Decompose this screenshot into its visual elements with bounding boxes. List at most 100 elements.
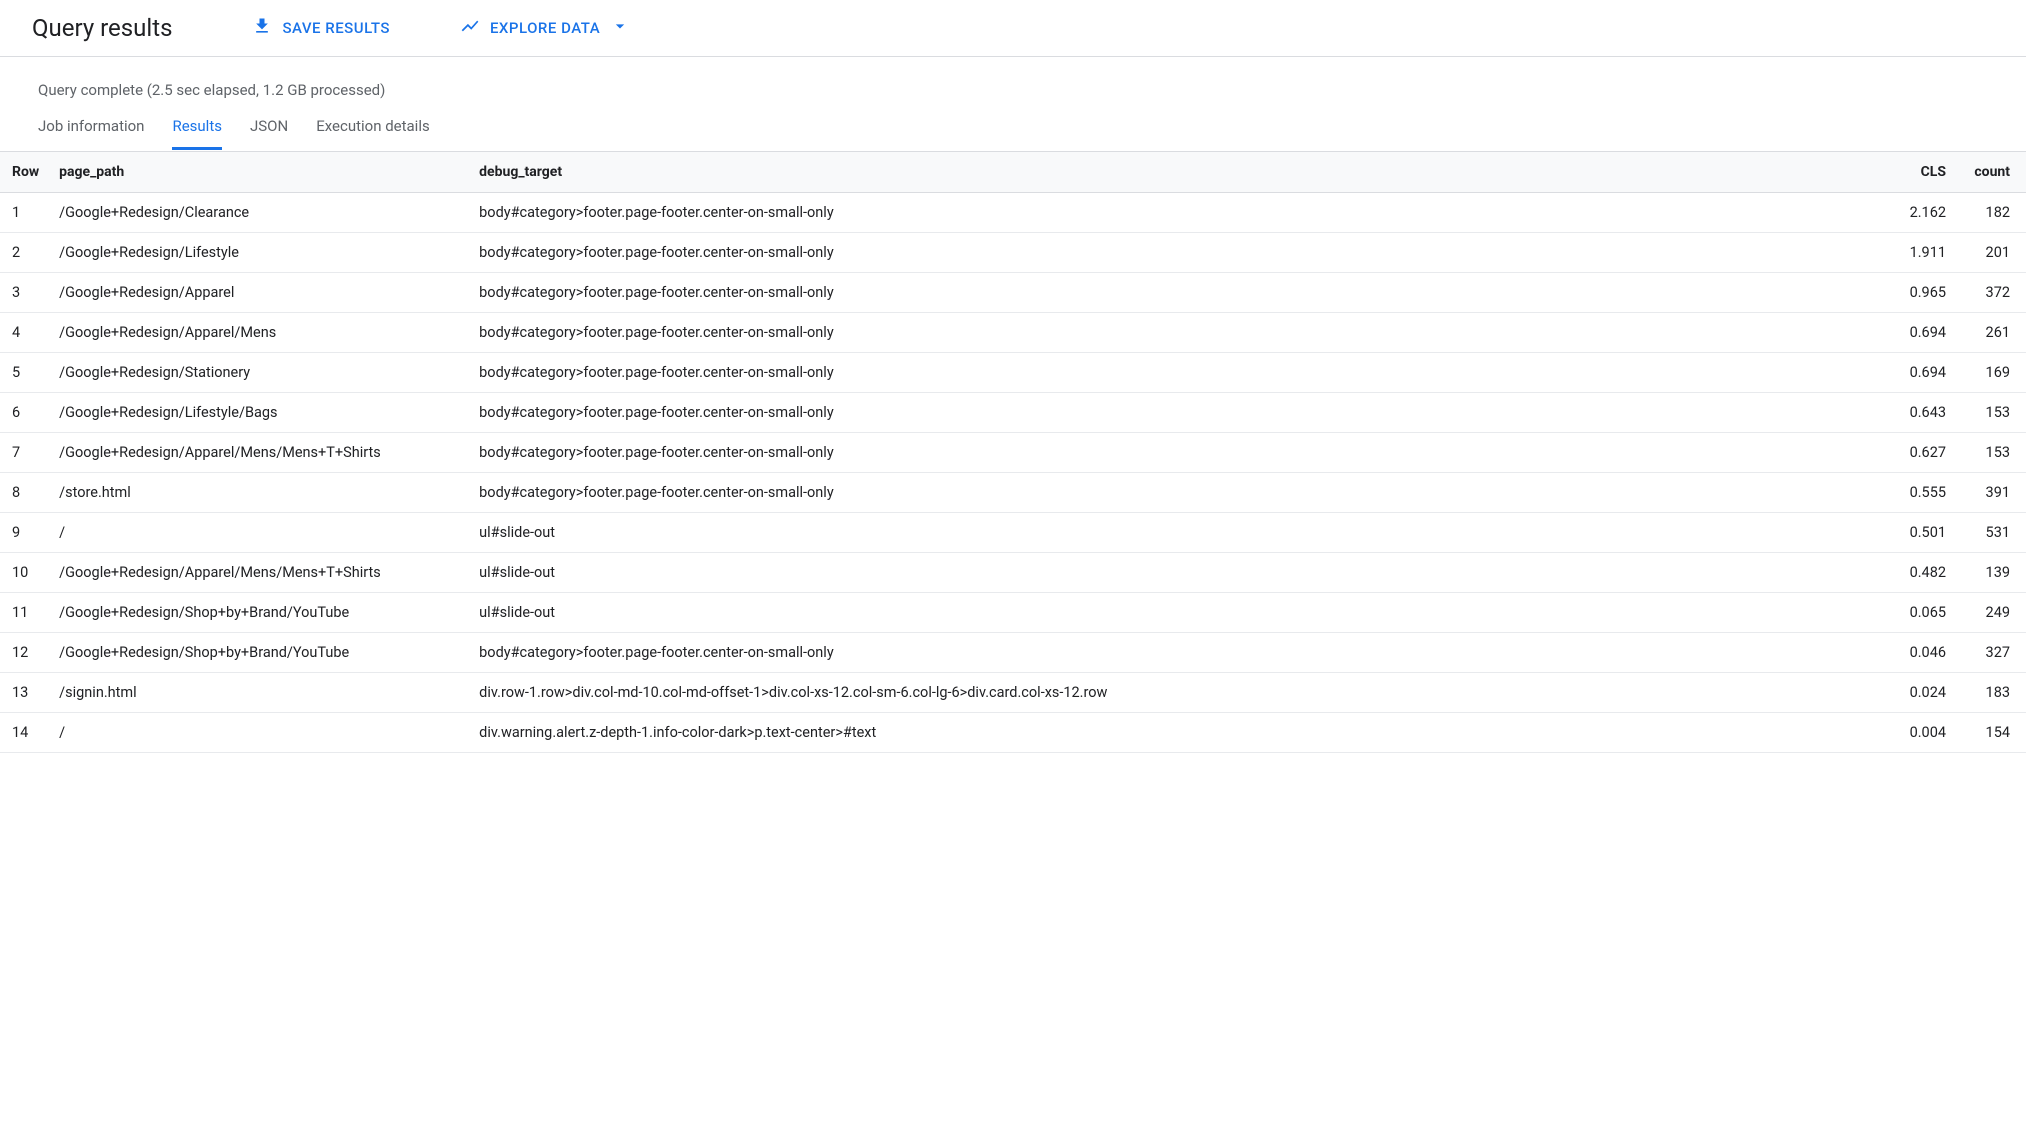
query-status-text: Query complete (2.5 sec elapsed, 1.2 GB … [38, 81, 1988, 99]
results-table: Row page_path debug_target CLS count 1/G… [0, 151, 2026, 753]
cell-count: 182 [1956, 193, 2026, 233]
cell-page-path: /Google+Redesign/Lifestyle/Bags [49, 393, 469, 433]
download-icon [252, 16, 272, 40]
cell-cls: 0.065 [1886, 593, 1956, 633]
table-row[interactable]: 9/ul#slide-out0.501531 [0, 513, 2026, 553]
table-row[interactable]: 8/store.htmlbody#category>footer.page-fo… [0, 473, 2026, 513]
cell-row: 13 [0, 673, 49, 713]
cell-cls: 1.911 [1886, 233, 1956, 273]
cell-cls: 0.965 [1886, 273, 1956, 313]
cell-count: 372 [1956, 273, 2026, 313]
table-row[interactable]: 4/Google+Redesign/Apparel/Mensbody#categ… [0, 313, 2026, 353]
cell-count: 139 [1956, 553, 2026, 593]
chart-icon [460, 16, 480, 40]
cell-debug-target: div.warning.alert.z-depth-1.info-color-d… [469, 713, 1886, 753]
column-header-count[interactable]: count [1956, 152, 2026, 193]
cell-row: 12 [0, 633, 49, 673]
cell-page-path: /Google+Redesign/Apparel/Mens/Mens+T+Shi… [49, 553, 469, 593]
table-row[interactable]: 14/div.warning.alert.z-depth-1.info-colo… [0, 713, 2026, 753]
cell-count: 183 [1956, 673, 2026, 713]
cell-cls: 0.694 [1886, 353, 1956, 393]
table-row[interactable]: 13/signin.htmldiv.row-1.row>div.col-md-1… [0, 673, 2026, 713]
cell-row: 1 [0, 193, 49, 233]
cell-debug-target: body#category>footer.page-footer.center-… [469, 353, 1886, 393]
cell-row: 2 [0, 233, 49, 273]
column-header-row[interactable]: Row [0, 152, 49, 193]
tab-json[interactable]: JSON [250, 117, 288, 150]
explore-data-button[interactable]: EXPLORE DATA [460, 16, 630, 40]
table-row[interactable]: 2/Google+Redesign/Lifestylebody#category… [0, 233, 2026, 273]
cell-debug-target: body#category>footer.page-footer.center-… [469, 633, 1886, 673]
cell-count: 153 [1956, 393, 2026, 433]
cell-row: 14 [0, 713, 49, 753]
cell-cls: 0.501 [1886, 513, 1956, 553]
cell-debug-target: body#category>footer.page-footer.center-… [469, 473, 1886, 513]
cell-debug-target: body#category>footer.page-footer.center-… [469, 433, 1886, 473]
column-header-page-path[interactable]: page_path [49, 152, 469, 193]
cell-count: 154 [1956, 713, 2026, 753]
cell-row: 10 [0, 553, 49, 593]
cell-cls: 0.627 [1886, 433, 1956, 473]
column-header-cls[interactable]: CLS [1886, 152, 1956, 193]
save-results-button[interactable]: SAVE RESULTS [252, 16, 390, 40]
cell-cls: 0.482 [1886, 553, 1956, 593]
table-row[interactable]: 6/Google+Redesign/Lifestyle/Bagsbody#cat… [0, 393, 2026, 433]
cell-page-path: /Google+Redesign/Clearance [49, 193, 469, 233]
cell-debug-target: ul#slide-out [469, 553, 1886, 593]
cell-page-path: /signin.html [49, 673, 469, 713]
cell-debug-target: body#category>footer.page-footer.center-… [469, 393, 1886, 433]
column-header-debug-target[interactable]: debug_target [469, 152, 1886, 193]
toolbar-header: Query results SAVE RESULTS EXPLORE DATA [0, 0, 2026, 57]
cell-page-path: / [49, 513, 469, 553]
cell-count: 169 [1956, 353, 2026, 393]
tab-job-information[interactable]: Job information [38, 117, 144, 150]
cell-page-path: /Google+Redesign/Apparel [49, 273, 469, 313]
cell-page-path: / [49, 713, 469, 753]
cell-page-path: /Google+Redesign/Lifestyle [49, 233, 469, 273]
cell-row: 6 [0, 393, 49, 433]
table-row[interactable]: 5/Google+Redesign/Stationerybody#categor… [0, 353, 2026, 393]
cell-cls: 0.555 [1886, 473, 1956, 513]
cell-cls: 0.643 [1886, 393, 1956, 433]
cell-count: 153 [1956, 433, 2026, 473]
cell-page-path: /Google+Redesign/Apparel/Mens/Mens+T+Shi… [49, 433, 469, 473]
cell-page-path: /Google+Redesign/Shop+by+Brand/YouTube [49, 633, 469, 673]
table-row[interactable]: 10/Google+Redesign/Apparel/Mens/Mens+T+S… [0, 553, 2026, 593]
cell-cls: 0.694 [1886, 313, 1956, 353]
cell-row: 3 [0, 273, 49, 313]
cell-count: 391 [1956, 473, 2026, 513]
cell-count: 261 [1956, 313, 2026, 353]
cell-debug-target: body#category>footer.page-footer.center-… [469, 313, 1886, 353]
cell-count: 201 [1956, 233, 2026, 273]
cell-page-path: /Google+Redesign/Stationery [49, 353, 469, 393]
cell-count: 327 [1956, 633, 2026, 673]
cell-cls: 0.024 [1886, 673, 1956, 713]
cell-cls: 0.046 [1886, 633, 1956, 673]
page-title: Query results [32, 14, 172, 42]
save-results-label: SAVE RESULTS [282, 19, 390, 37]
cell-debug-target: body#category>footer.page-footer.center-… [469, 193, 1886, 233]
tab-results[interactable]: Results [172, 117, 222, 150]
table-header-row: Row page_path debug_target CLS count [0, 152, 2026, 193]
table-row[interactable]: 7/Google+Redesign/Apparel/Mens/Mens+T+Sh… [0, 433, 2026, 473]
cell-row: 7 [0, 433, 49, 473]
table-row[interactable]: 12/Google+Redesign/Shop+by+Brand/YouTube… [0, 633, 2026, 673]
cell-row: 5 [0, 353, 49, 393]
tab-execution-details[interactable]: Execution details [316, 117, 430, 150]
table-row[interactable]: 3/Google+Redesign/Apparelbody#category>f… [0, 273, 2026, 313]
cell-row: 9 [0, 513, 49, 553]
table-row[interactable]: 11/Google+Redesign/Shop+by+Brand/YouTube… [0, 593, 2026, 633]
cell-debug-target: div.row-1.row>div.col-md-10.col-md-offse… [469, 673, 1886, 713]
cell-debug-target: ul#slide-out [469, 593, 1886, 633]
table-row[interactable]: 1/Google+Redesign/Clearancebody#category… [0, 193, 2026, 233]
cell-debug-target: body#category>footer.page-footer.center-… [469, 273, 1886, 313]
cell-count: 531 [1956, 513, 2026, 553]
result-tabs: Job information Results JSON Execution d… [38, 117, 1988, 151]
cell-row: 11 [0, 593, 49, 633]
chevron-down-icon [610, 16, 630, 40]
cell-cls: 0.004 [1886, 713, 1956, 753]
cell-row: 4 [0, 313, 49, 353]
cell-debug-target: body#category>footer.page-footer.center-… [469, 233, 1886, 273]
cell-row: 8 [0, 473, 49, 513]
cell-page-path: /Google+Redesign/Apparel/Mens [49, 313, 469, 353]
